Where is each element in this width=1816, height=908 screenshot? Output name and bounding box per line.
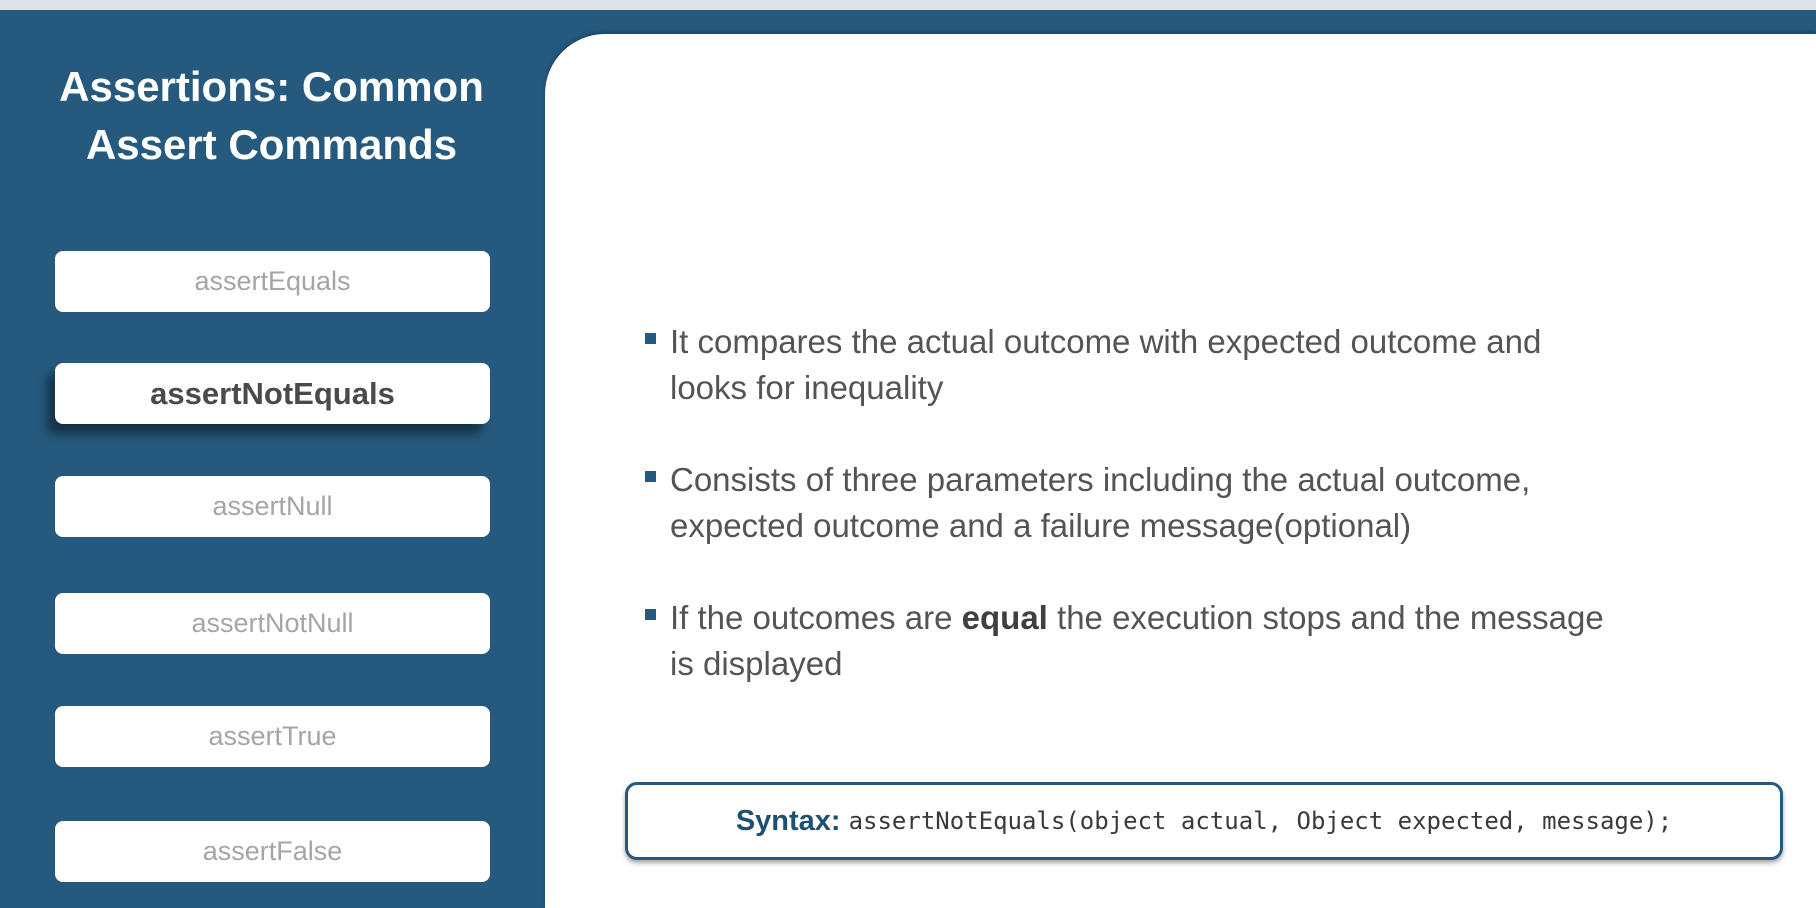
top-strip [0,0,1816,10]
syntax-code: assertNotEquals(object actual, Object ex… [848,807,1673,835]
slide-title-line-1: Assertions: Common [59,63,484,110]
nav-item-label: assertTrue [208,721,337,751]
slide-title: Assertions: Common Assert Commands [30,58,513,174]
bullet-text-line-1: It compares the actual outcome with expe… [670,323,1542,360]
nav-item-assert-equals[interactable]: assertEquals [55,251,490,312]
bullet-text-line-1: Consists of three parameters including t… [670,461,1531,498]
syntax-label: Syntax: [735,804,841,837]
bullet-text-suffix: the execution stops and the message [1047,599,1604,636]
square-bullet-icon [645,609,656,620]
bullet-text-prefix: If the outcomes are [670,599,962,636]
nav-item-assert-true[interactable]: assertTrue [55,706,490,767]
bullet-item: If the outcomes are equal the execution … [645,595,1705,687]
bullet-item: It compares the actual outcome with expe… [645,319,1705,411]
syntax-box: Syntax: assertNotEquals(object actual, O… [625,782,1783,860]
nav-item-assert-false[interactable]: assertFalse [55,821,490,882]
bullet-text-line-2: is displayed [670,645,843,682]
sidebar: Assertions: Common Assert Commands asser… [0,10,545,908]
square-bullet-icon [645,471,656,482]
nav-item-label: assertNull [212,491,333,521]
content-panel: It compares the actual outcome with expe… [545,34,1816,908]
nav-item-assert-not-equals[interactable]: assertNotEquals [55,363,490,424]
slide-title-line-2: Assert Commands [85,121,458,168]
square-bullet-icon [645,333,656,344]
nav-item-assert-null[interactable]: assertNull [55,476,490,537]
nav-item-assert-not-null[interactable]: assertNotNull [55,593,490,654]
nav-item-label: assertFalse [202,836,343,866]
bullet-item: Consists of three parameters including t… [645,457,1705,549]
bullet-list: It compares the actual outcome with expe… [645,319,1705,733]
nav-item-label: assertEquals [194,266,351,296]
nav-item-label: assertNotNull [191,608,354,638]
bullet-text-line-2: looks for inequality [670,369,944,406]
bullet-text-emphasis: equal [961,599,1048,636]
bullet-text-line-2: expected outcome and a failure message(o… [670,507,1412,544]
nav-item-label: assertNotEquals [150,375,395,411]
